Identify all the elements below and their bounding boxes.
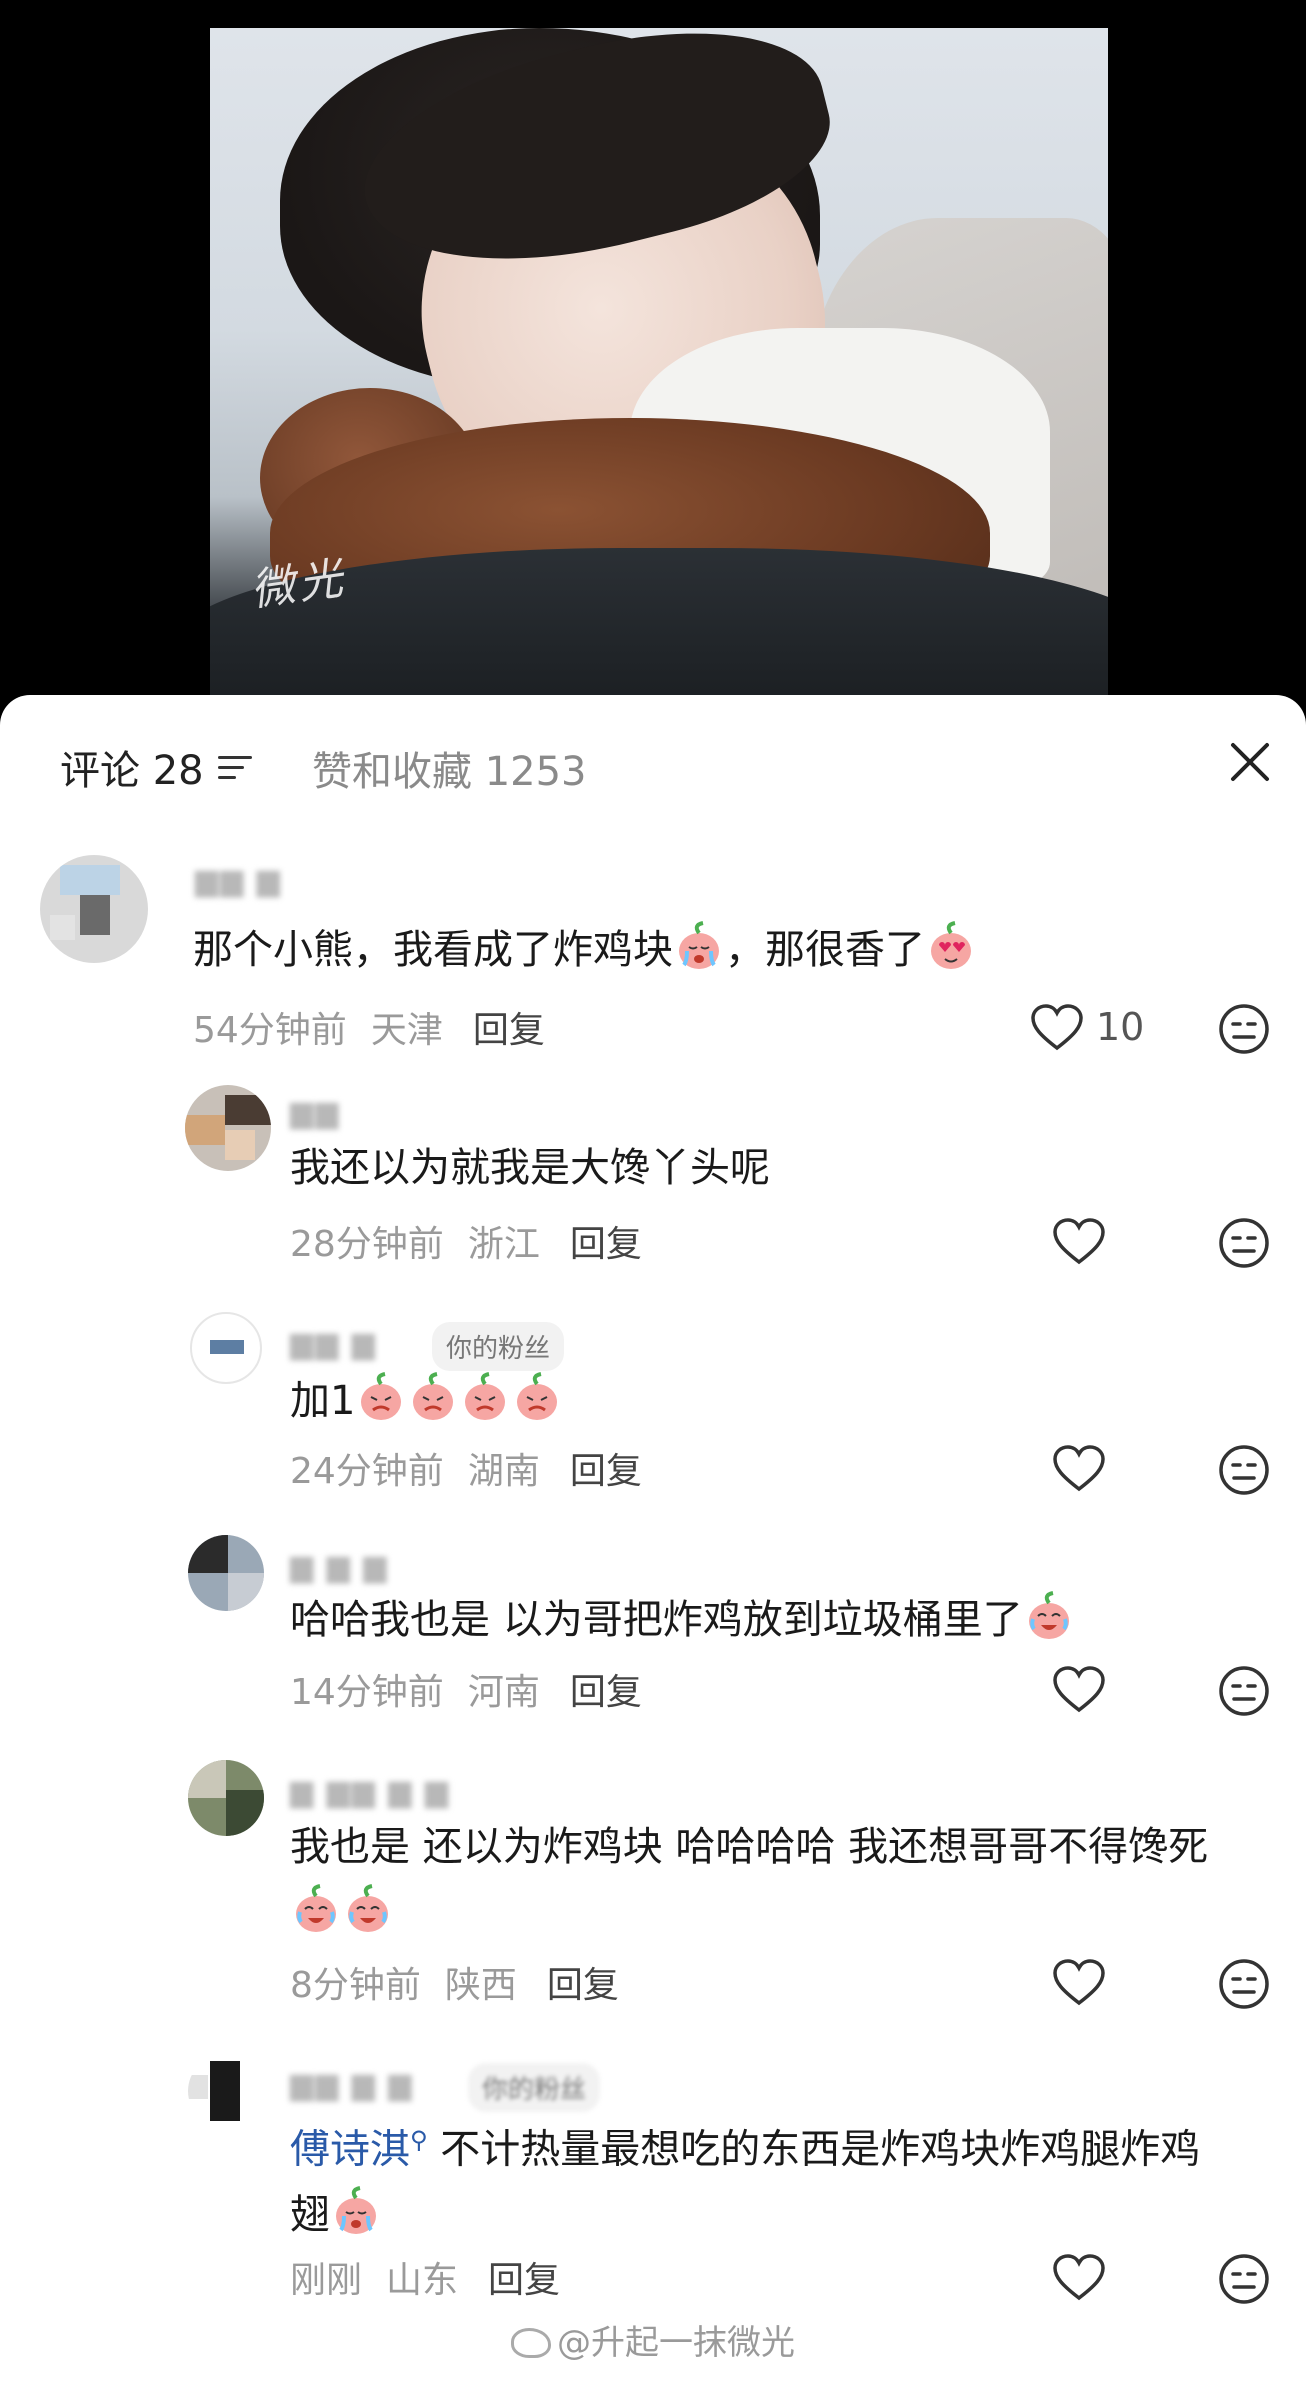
comment-time: 刚刚 xyxy=(290,2260,363,2301)
comment-location: 陕西 xyxy=(444,1965,517,2006)
search-icon: ⚲ xyxy=(410,2126,428,2154)
tab-comments[interactable]: 评论 28 xyxy=(60,738,252,796)
avatar[interactable] xyxy=(40,855,148,963)
avatar[interactable] xyxy=(188,1760,264,1836)
tab-likes-favorites[interactable]: 赞和收藏 1253 xyxy=(312,739,587,797)
comment-location: 河南 xyxy=(467,1672,540,1713)
username-blurred[interactable]: ▆▆ ▆ xyxy=(290,1326,377,1361)
peach-emoji xyxy=(511,1372,563,1424)
comment-location: 天津 xyxy=(370,1010,443,1051)
peach-laughing-emoji xyxy=(290,1884,342,1936)
close-icon[interactable] xyxy=(1225,737,1275,787)
fan-badge: 你的粉丝 xyxy=(432,1322,565,1371)
meh-face-icon[interactable] xyxy=(1218,1444,1270,1496)
reply-item: ▆▆ 我还以为就我是大馋丫头呢 28分钟前 浙江 回复 xyxy=(0,1085,1306,1305)
username-blurred[interactable]: ▆▆ ▆ ▆ xyxy=(290,2067,413,2102)
reply-button[interactable]: 回复 xyxy=(570,1663,642,1715)
reply-item: ▆▆ ▆ 你的粉丝 加1 24分钟前 湖南 回复 xyxy=(0,1310,1306,1535)
reply-button[interactable]: 回复 xyxy=(473,1001,545,1053)
username-blurred[interactable]: ▆▆ ▆ xyxy=(195,863,282,898)
peach-crying-emoji xyxy=(330,2186,382,2238)
comment-meta: 刚刚 山东 回复 xyxy=(290,2251,560,2303)
peach-laughing-emoji xyxy=(342,1884,394,1936)
post-photo[interactable]: 微光 xyxy=(210,28,1108,698)
comment-meta: 54分钟前 天津 回复 xyxy=(193,1001,545,1053)
sheet-header: 评论 28 赞和收藏 1253 xyxy=(0,695,1306,825)
comment-time: 8分钟前 xyxy=(290,1965,421,2006)
avatar[interactable] xyxy=(185,1085,271,1171)
username-blurred[interactable]: ▆ ▆ ▆ xyxy=(290,1549,388,1584)
comment-location: 浙江 xyxy=(467,1224,540,1265)
comment-time: 54分钟前 xyxy=(193,1010,347,1051)
comment-meta: 28分钟前 浙江 回复 xyxy=(290,1215,642,1267)
username-blurred[interactable]: ▆▆ xyxy=(290,1095,340,1130)
username-blurred[interactable]: ▆ ▆▆ ▆ ▆ xyxy=(290,1774,450,1809)
comment-item: ▆▆ ▆ 那个小熊，我看成了炸鸡块 ，那很香了 54分钟前 天津 回复 10 xyxy=(0,855,1306,1085)
comment-text: 加1 xyxy=(290,1368,1236,1434)
heart-icon[interactable] xyxy=(1052,2253,1106,2303)
comment-time: 24分钟前 xyxy=(290,1451,444,1492)
mention-link[interactable]: 傅诗淇 xyxy=(290,2126,410,2172)
tab-comments-label: 评论 28 xyxy=(60,748,204,794)
heart-icon[interactable] xyxy=(1052,1958,1106,2008)
heart-icon[interactable] xyxy=(1052,1217,1106,1267)
comment-text: 那个小熊，我看成了炸鸡块 ，那很香了 xyxy=(193,917,1236,983)
peach-laughing-emoji xyxy=(1023,1591,1075,1643)
meh-face-icon[interactable] xyxy=(1218,1217,1270,1269)
comment-meta: 8分钟前 陕西 回复 xyxy=(290,1956,619,2008)
like-count: 10 xyxy=(1096,1005,1145,1049)
reply-item: ▆ ▆ ▆ 哈哈我也是 以为哥把炸鸡放到垃圾桶里了 14分钟前 河南 回复 xyxy=(0,1535,1306,1760)
meh-face-icon[interactable] xyxy=(1218,1665,1270,1717)
heart-icon[interactable] xyxy=(1052,1665,1106,1715)
weibo-icon xyxy=(511,2328,551,2358)
reply-button[interactable]: 回复 xyxy=(570,1442,642,1494)
comment-meta: 14分钟前 河南 回复 xyxy=(290,1663,642,1715)
reply-item: ▆ ▆▆ ▆ ▆ 我也是 还以为炸鸡块 哈哈哈哈 我还想哥哥不得馋死 8分钟前 … xyxy=(0,1760,1306,2050)
comment-location: 湖南 xyxy=(467,1451,540,1492)
comment-text: 我还以为就我是大馋丫头呢 xyxy=(290,1145,770,1191)
heart-icon[interactable] xyxy=(1052,1444,1106,1494)
peach-emoji xyxy=(407,1372,459,1424)
sort-icon[interactable] xyxy=(217,754,252,780)
comment-sheet: 评论 28 赞和收藏 1253 ▆▆ ▆ 那个小熊，我看成了炸鸡块 ，那很香了 5… xyxy=(0,695,1306,2385)
reply-button[interactable]: 回复 xyxy=(570,1215,642,1267)
comment-text: 傅诗淇⚲ 不计热量最想吃的东西是炸鸡块炸鸡腿炸鸡翅 xyxy=(290,2126,1201,2239)
meh-face-icon[interactable] xyxy=(1218,1958,1270,2010)
avatar[interactable] xyxy=(188,1535,264,1611)
comment-text: 哈哈我也是 以为哥把炸鸡放到垃圾桶里了 xyxy=(290,1587,1236,1653)
comment-text: 我也是 还以为炸鸡块 哈哈哈哈 我还想哥哥不得馋死 xyxy=(290,1814,1236,1946)
fan-badge: 你的粉丝 xyxy=(468,2063,601,2112)
comment-location: 山东 xyxy=(386,2260,459,2301)
peach-heart-eyes-emoji xyxy=(925,921,977,973)
photo-watermark: 微光 xyxy=(247,552,350,617)
reply-button[interactable]: 回复 xyxy=(488,2251,560,2303)
peach-emoji xyxy=(459,1372,511,1424)
avatar[interactable] xyxy=(188,2055,260,2127)
watermark: @升起一抹微光 xyxy=(0,2315,1306,2364)
meh-face-icon[interactable] xyxy=(1218,2253,1270,2305)
reply-button[interactable]: 回复 xyxy=(547,1956,619,2008)
comment-meta: 24分钟前 湖南 回复 xyxy=(290,1442,642,1494)
avatar[interactable] xyxy=(190,1312,262,1384)
comment-time: 14分钟前 xyxy=(290,1672,444,1713)
reply-item: ▆▆ ▆ ▆ 你的粉丝 傅诗淇⚲ 不计热量最想吃的东西是炸鸡块炸鸡腿炸鸡翅 刚刚… xyxy=(0,2055,1306,2345)
meh-face-icon[interactable] xyxy=(1218,1003,1270,1055)
comment-time: 28分钟前 xyxy=(290,1224,444,1265)
peach-crying-emoji xyxy=(673,921,725,973)
heart-icon[interactable] xyxy=(1030,1003,1084,1053)
peach-emoji xyxy=(355,1372,407,1424)
